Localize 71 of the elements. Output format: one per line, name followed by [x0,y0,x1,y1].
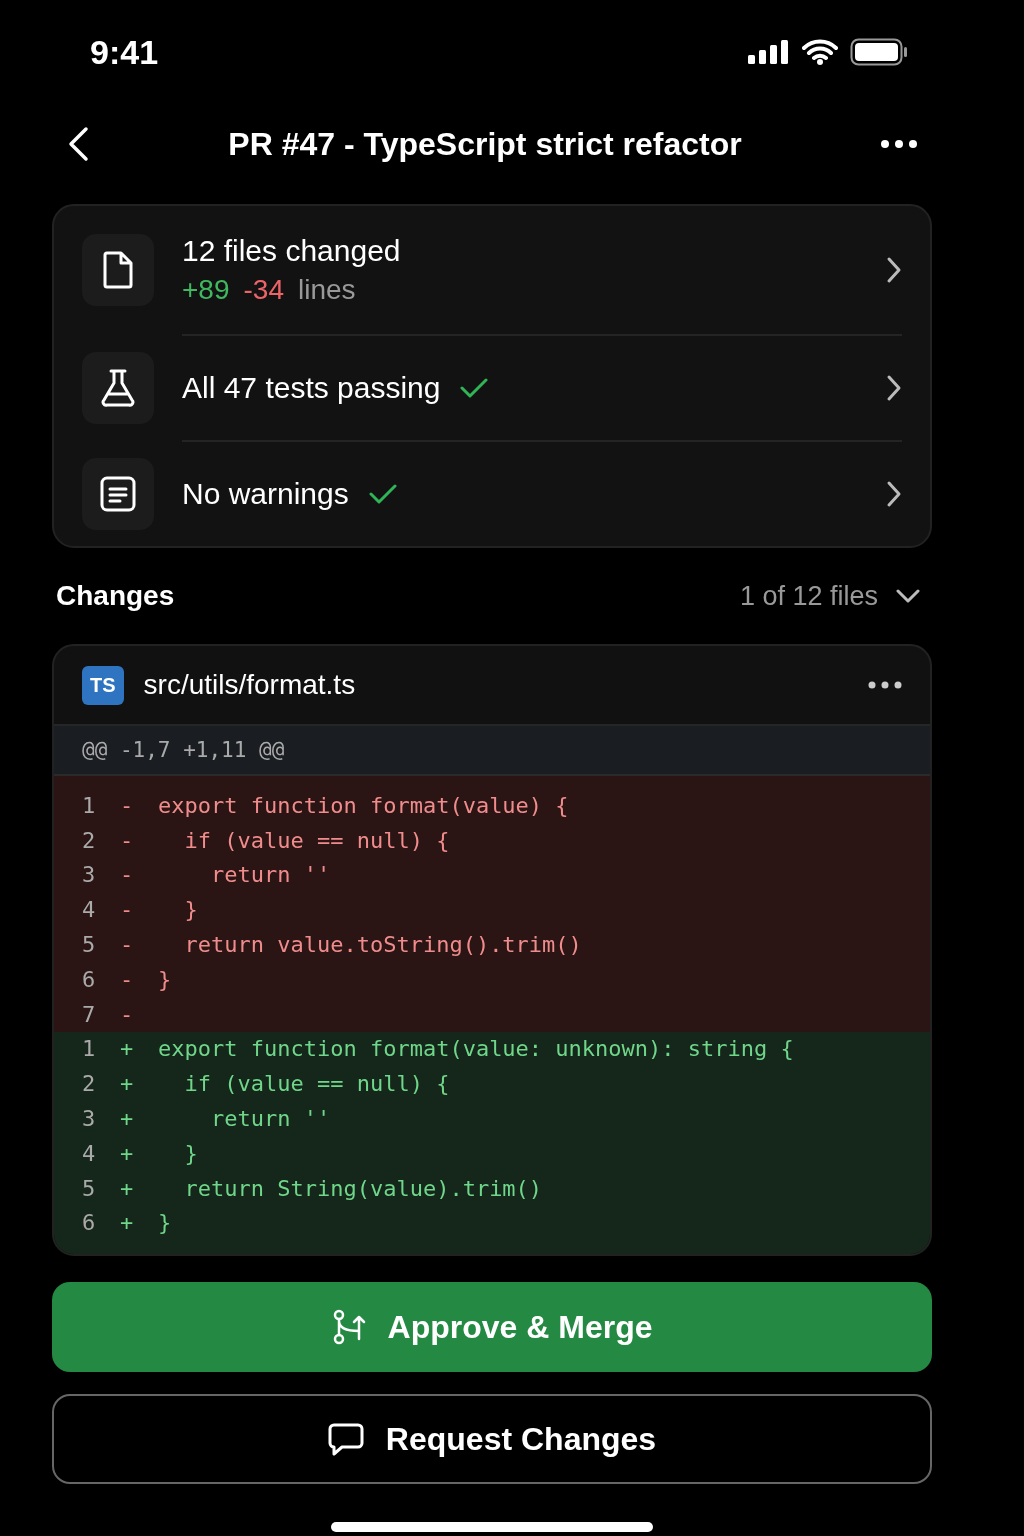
line-number: 6 [82,1210,97,1236]
line-number: 2 [82,827,97,853]
code-line: } [158,1210,172,1236]
code-line: export function format(value) { [158,792,569,818]
summary-row[interactable]: 12 files changed +89 -34 lines [82,206,902,334]
file-picker[interactable]: 1 of 12 files [739,580,920,612]
added-count: +89 [182,274,230,306]
chevron-down-icon [896,589,920,603]
request-changes-button[interactable]: Request Changes [52,1394,932,1485]
code-line: if (value == null) { [183,1071,450,1097]
summary-title: All 47 tests passing [182,371,441,405]
code-line: export function format(value: unknown): string { [158,1036,794,1062]
lines-label: lines [297,274,356,306]
chevron-right-icon [886,374,902,402]
diff-sign: + [120,1175,135,1201]
code-line: return value.toString().trim() [183,932,582,958]
chevron-right-icon [886,256,902,284]
line-number: 7 [82,1001,97,1027]
document-icon [101,251,135,289]
code-line: } [158,966,172,992]
more-icon[interactable] [868,681,902,689]
signal-icon [748,40,790,64]
diff-sign: - [120,966,135,992]
diff-sign: - [120,1001,135,1027]
merge-icon [331,1309,366,1346]
approve-button[interactable]: Approve & Merge [52,1282,932,1373]
line-number: 4 [82,1140,97,1166]
code-line: return '' [209,1106,331,1132]
diff-sign: + [120,1106,135,1132]
typescript-badge: TS [82,665,124,705]
code-line: } [183,897,198,923]
code-line: return '' [209,862,331,888]
hunk-header: @@ -1,7 +1,11 @@ [82,738,285,762]
line-number: 1 [82,792,97,818]
line-number: 3 [82,862,97,888]
list-icon [100,476,136,512]
diff-sign: + [120,1140,135,1166]
screen-title: PR #47 - TypeScript strict refactor [228,125,742,163]
line-number: 5 [82,1175,97,1201]
status-time: 9:41 [90,32,159,72]
diff-sign: + [120,1036,135,1062]
diff-sign: - [120,897,135,923]
summary-row[interactable]: No warnings [182,440,902,546]
diff-sign: - [120,827,135,853]
line-number: 3 [82,1106,97,1132]
diff-sign: - [120,932,135,958]
line-number: 1 [82,1036,97,1062]
summary-title: 12 files changed [182,234,401,268]
file-path: src/utils/format.ts [143,669,357,701]
more-icon[interactable] [880,139,918,149]
diff-sign: - [120,792,135,818]
section-title: Changes [56,580,175,612]
comment-icon [327,1422,364,1457]
line-number: 4 [82,897,97,923]
summary-row[interactable]: All 47 tests passing [182,334,902,440]
back-icon[interactable] [66,126,90,162]
line-number: 5 [82,932,97,958]
battery-icon [850,38,908,66]
code-line: return String(value).trim() [183,1175,543,1201]
line-number: 2 [82,1071,97,1097]
diff-sign: + [120,1071,135,1097]
summary-title: No warnings [182,477,349,511]
flask-icon [100,369,136,407]
removed-count: -34 [243,274,284,306]
wifi-icon [802,39,838,65]
code-line: if (value == null) { [183,827,450,853]
code-line: } [183,1140,198,1166]
diff-sign: - [120,862,135,888]
diff-sign: + [120,1210,135,1236]
chevron-right-icon [886,480,902,508]
line-number: 6 [82,966,97,992]
